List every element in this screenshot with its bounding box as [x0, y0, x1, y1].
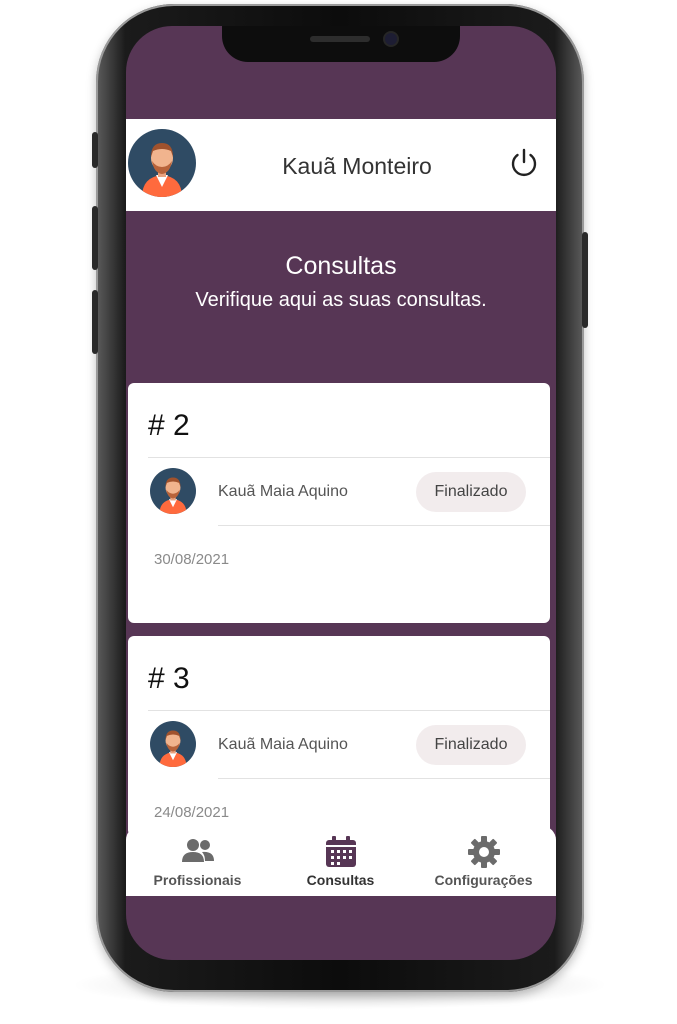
user-avatar-icon[interactable]: [128, 129, 196, 197]
nav-label: Consultas: [306, 872, 375, 888]
status-badge: Finalizado: [416, 725, 526, 765]
speaker-grille: [310, 36, 370, 42]
silent-switch: [92, 132, 98, 168]
volume-up-button: [92, 206, 98, 270]
professional-name: Kauã Maia Aquino: [218, 736, 348, 753]
users-icon: [181, 839, 214, 862]
divider: [148, 457, 550, 458]
page-title: Consultas: [285, 252, 397, 280]
power-icon[interactable]: [508, 147, 540, 179]
nav-item-consultas[interactable]: Consultas: [269, 826, 412, 896]
user-name: Kauã Monteiro: [282, 153, 432, 179]
divider: [218, 778, 550, 779]
professional-avatar-icon: [150, 468, 196, 514]
professional-name: Kauã Maia Aquino: [218, 483, 348, 500]
appointment-number: # 2: [148, 409, 190, 442]
status-badge: Finalizado: [416, 472, 526, 512]
divider: [218, 525, 550, 526]
appointment-date: 30/08/2021: [154, 551, 230, 568]
nav-label: Profissionais: [153, 872, 242, 888]
intro-section: Consultas Verifique aqui as suas consult…: [126, 252, 556, 312]
appointment-date: 24/08/2021: [154, 804, 230, 821]
volume-down-button: [92, 290, 98, 354]
appointment-card[interactable]: # 3 Kauã Maia Aquino Finalizado 24/08/20…: [128, 636, 550, 836]
divider: [148, 710, 550, 711]
nav-item-profissionais[interactable]: Profissionais: [126, 826, 269, 896]
front-camera: [385, 33, 397, 45]
professional-avatar-icon: [150, 721, 196, 767]
calendar-icon: [325, 836, 356, 867]
nav-label: Configurações: [434, 872, 533, 888]
appointment-number: # 3: [148, 662, 190, 695]
notch: [222, 26, 460, 62]
page-subtitle: Verifique aqui as suas consultas.: [195, 289, 487, 311]
bottom-nav: Profissionais Consultas Configurações: [126, 826, 556, 896]
app-header: Kauã Monteiro: [126, 119, 556, 211]
nav-item-configuracoes[interactable]: Configurações: [412, 826, 555, 896]
power-side-button: [582, 232, 588, 328]
appointment-card[interactable]: # 2 Kauã Maia Aquino Finalizado 30/08/20…: [128, 383, 550, 623]
phone-screen: Kauã Monteiro Consultas Verifique aqui a…: [126, 26, 556, 960]
gear-icon: [467, 836, 500, 868]
